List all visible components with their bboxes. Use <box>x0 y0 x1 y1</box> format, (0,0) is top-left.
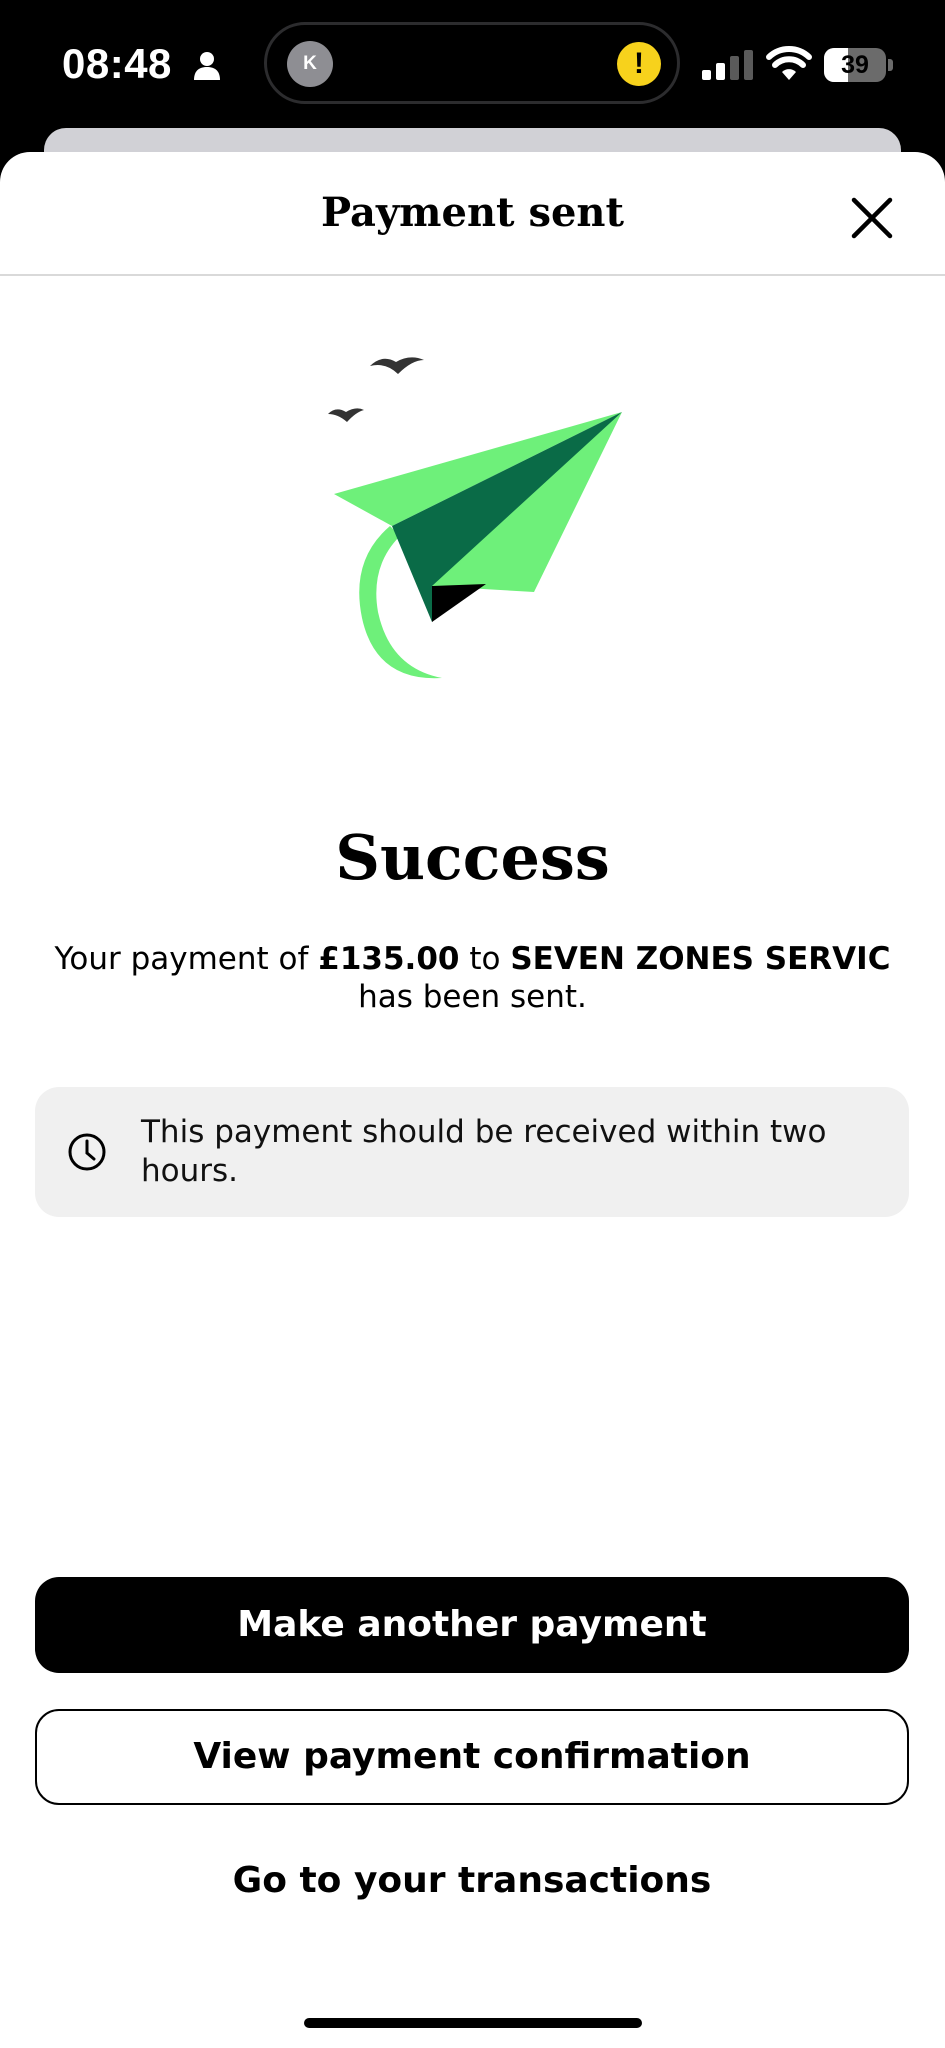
person-icon <box>194 52 220 80</box>
view-payment-confirmation-button[interactable]: View payment confirmation <box>35 1709 909 1805</box>
battery-level: 39 <box>841 51 869 79</box>
payment-sent-sheet: Payment sent Success Your payment of £13… <box>0 152 945 2048</box>
page-title: Payment sent <box>321 189 624 236</box>
signal-icon <box>702 50 753 80</box>
status-bar: 08:48 K ! 39 <box>0 0 945 140</box>
clock-icon <box>68 1133 106 1171</box>
battery-icon: 39 <box>824 48 894 82</box>
go-to-transactions-link[interactable]: Go to your transactions <box>35 1836 909 1926</box>
home-indicator[interactable] <box>304 2018 642 2028</box>
island-avatar: K <box>287 41 333 87</box>
delivery-info-box: This payment should be received within t… <box>35 1087 909 1217</box>
close-button[interactable] <box>836 182 908 254</box>
success-message: Your payment of £135.00 to SEVEN ZONES S… <box>40 940 905 1016</box>
status-time: 08:48 <box>62 40 172 87</box>
alert-icon: ! <box>617 42 661 86</box>
dynamic-island[interactable]: K ! <box>264 22 680 104</box>
sheet-header: Payment sent <box>0 152 945 276</box>
make-another-payment-button[interactable]: Make another payment <box>35 1577 909 1673</box>
message-suffix: has been sent. <box>358 979 587 1015</box>
wifi-icon <box>766 46 812 80</box>
recipient-name: SEVEN ZONES SERVIC <box>510 941 891 977</box>
payment-amount: £135.00 <box>318 941 460 977</box>
paper-plane-icon <box>328 357 622 679</box>
success-title: Success <box>335 821 610 894</box>
close-icon <box>851 197 893 239</box>
message-prefix: Your payment of <box>54 941 319 977</box>
delivery-info-text: This payment should be received within t… <box>141 1114 827 1189</box>
message-middle: to <box>459 941 511 977</box>
